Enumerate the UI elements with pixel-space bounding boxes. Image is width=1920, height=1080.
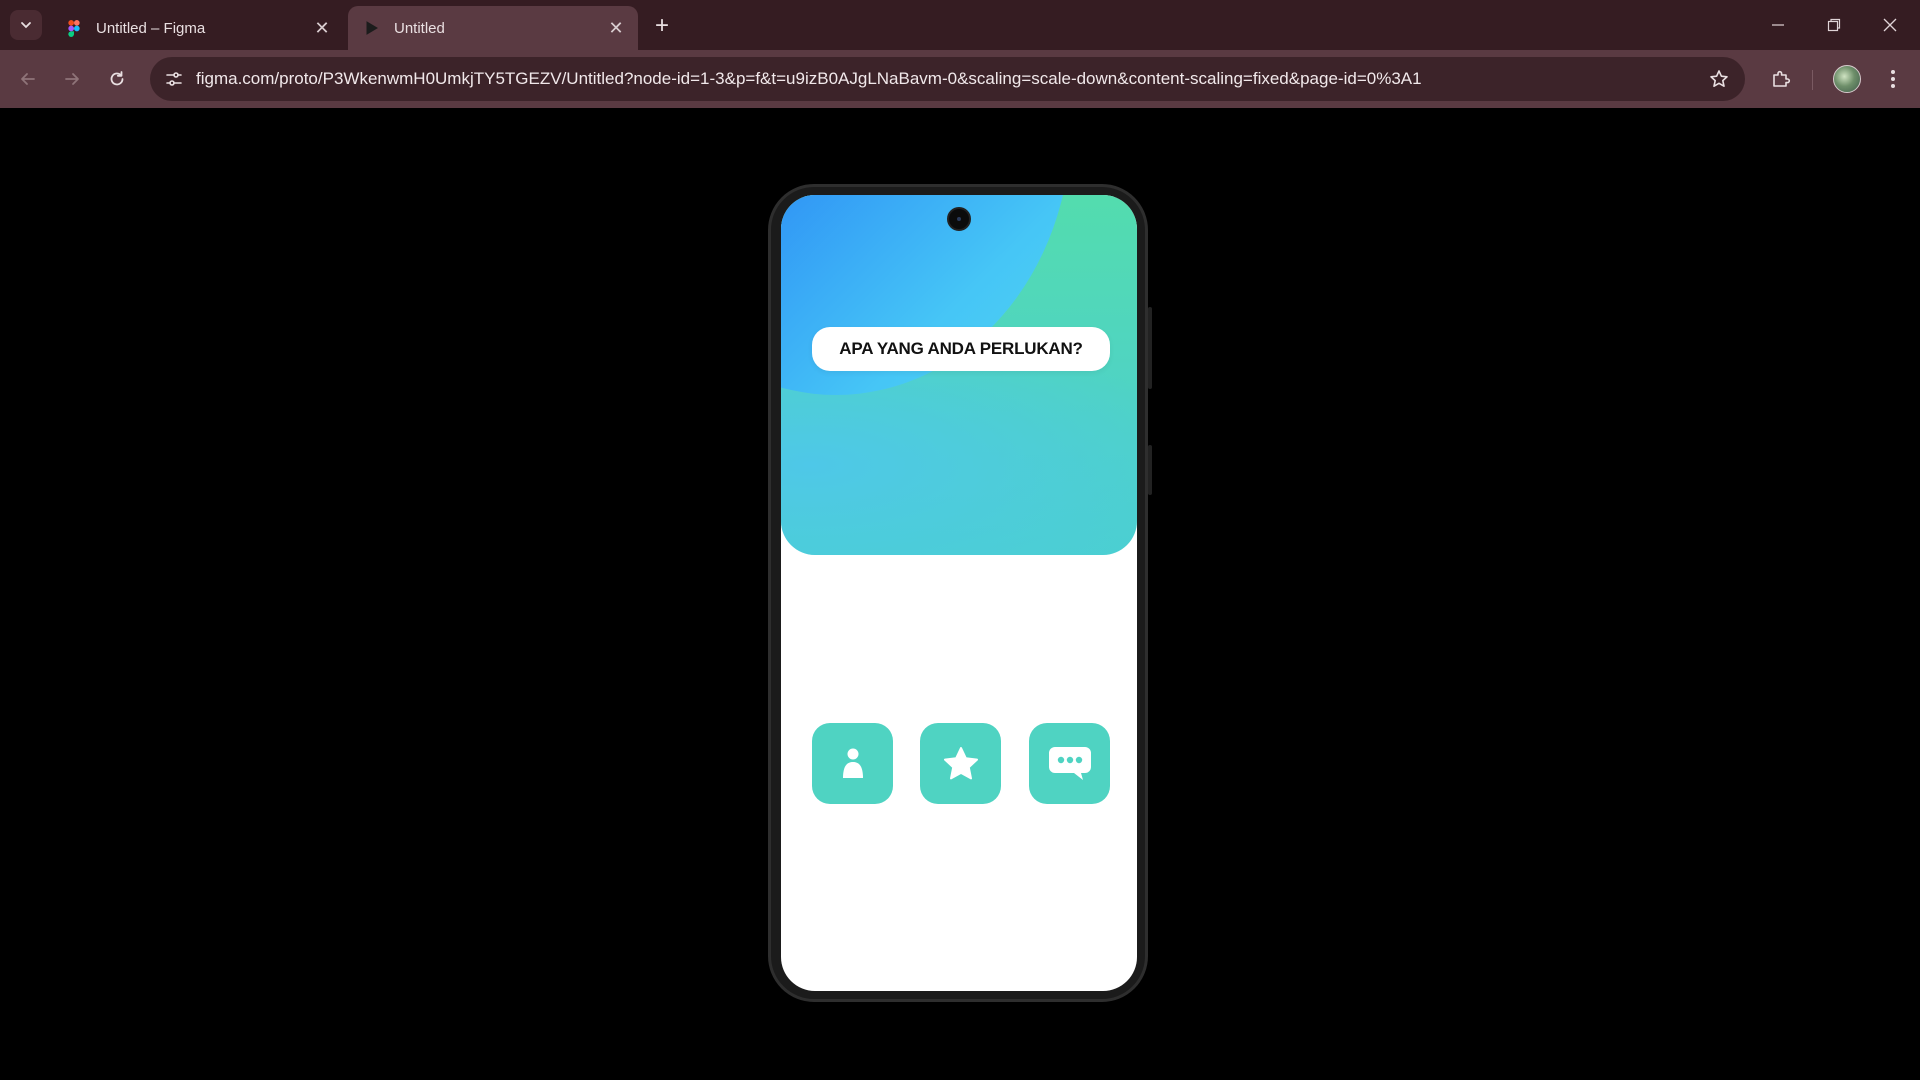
close-window-button[interactable] (1862, 0, 1918, 50)
star-icon (943, 746, 978, 779)
chat-action-button[interactable] (1029, 723, 1110, 804)
tab-strip: Untitled – Figma ✕ Untitled ✕ + (0, 0, 1920, 50)
profile-action-button[interactable] (812, 723, 893, 804)
browser-toolbar: figma.com/proto/P3WkenwmH0UmkjTY5TGEZV/U… (0, 50, 1920, 108)
profile-button[interactable] (1830, 62, 1864, 96)
browser-menu-button[interactable] (1876, 62, 1910, 96)
phone-screen: APA YANG ANDA PERLUKAN? (781, 195, 1137, 991)
tab-title: Untitled (394, 19, 445, 37)
more-vertical-icon (1891, 70, 1895, 88)
arrow-right-icon (65, 73, 79, 85)
tab-title: Untitled – Figma (96, 19, 206, 37)
bookmark-button[interactable] (1705, 65, 1733, 93)
person-icon (842, 748, 863, 778)
arrow-left-icon (21, 73, 35, 85)
browser-window: Untitled – Figma ✕ Untitled ✕ + figma.co… (0, 0, 1920, 108)
tab-search-button[interactable] (10, 10, 42, 40)
phone-side-button (1148, 307, 1152, 389)
chat-icon (1048, 746, 1091, 780)
new-tab-button[interactable]: + (648, 12, 676, 40)
close-icon[interactable]: ✕ (602, 14, 630, 42)
url-text[interactable]: figma.com/proto/P3WkenwmH0UmkjTY5TGEZV/U… (196, 57, 1422, 101)
play-icon (364, 20, 380, 36)
extensions-button[interactable] (1764, 62, 1798, 96)
site-info-button[interactable] (158, 63, 190, 95)
close-icon[interactable]: ✕ (308, 14, 336, 42)
tune-icon (166, 72, 182, 86)
address-bar[interactable]: figma.com/proto/P3WkenwmH0UmkjTY5TGEZV/U… (150, 57, 1745, 101)
camera-icon (947, 207, 971, 231)
minimize-icon (1772, 24, 1784, 26)
phone-frame: APA YANG ANDA PERLUKAN? (768, 184, 1152, 1002)
favorite-action-button[interactable] (920, 723, 1001, 804)
avatar (1833, 65, 1861, 93)
toolbar-divider (1812, 70, 1813, 90)
figma-icon (66, 19, 82, 37)
puzzle-icon (1773, 70, 1791, 87)
restore-button[interactable] (1806, 0, 1862, 50)
chevron-down-icon (21, 22, 31, 29)
tab-figma-editor[interactable]: Untitled – Figma ✕ (50, 6, 344, 50)
phone-side-button (1148, 445, 1152, 495)
question-pill[interactable]: APA YANG ANDA PERLUKAN? (812, 327, 1110, 371)
restore-icon (1827, 18, 1841, 32)
prototype-viewport: APA YANG ANDA PERLUKAN? (0, 108, 1920, 1080)
tab-prototype[interactable]: Untitled ✕ (348, 6, 638, 50)
close-icon (1883, 18, 1897, 32)
forward-button[interactable] (55, 62, 89, 96)
reload-button[interactable] (100, 62, 134, 96)
header-banner: APA YANG ANDA PERLUKAN? (781, 195, 1137, 555)
minimize-button[interactable] (1750, 0, 1806, 50)
back-button[interactable] (11, 62, 45, 96)
star-outline-icon (1710, 70, 1728, 87)
reload-icon (110, 71, 124, 86)
